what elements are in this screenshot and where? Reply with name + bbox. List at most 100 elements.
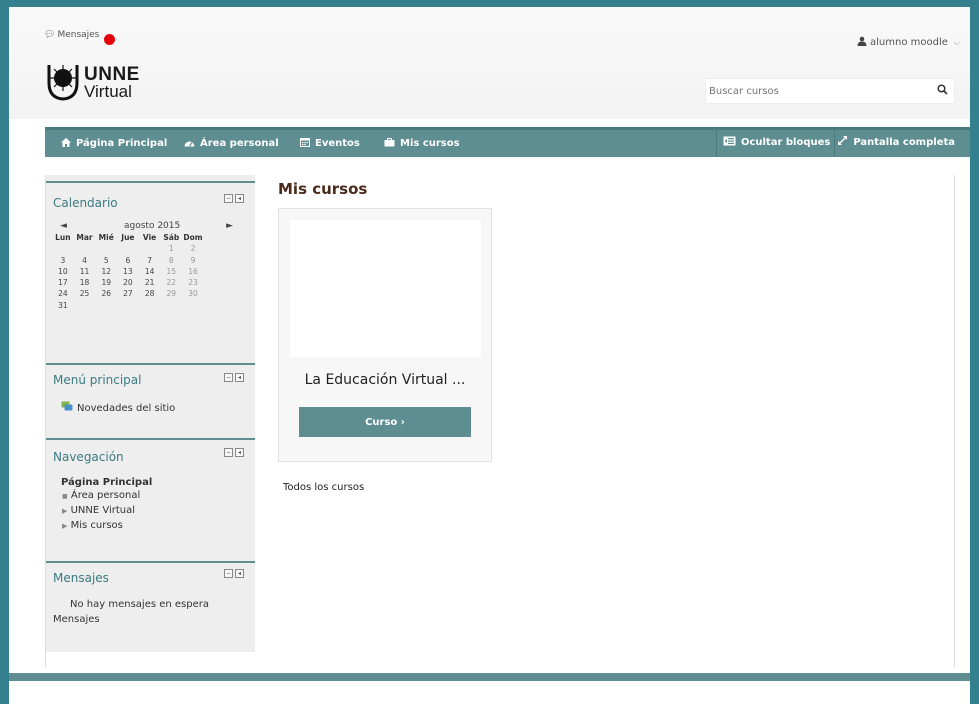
next-month-icon[interactable]: ► <box>226 221 233 231</box>
calendar-block: Calendario − ◂ ◄ agosto 2015 ► Lun Mar M… <box>46 181 255 363</box>
calendar-day: 23 <box>188 278 198 288</box>
calendar-week: 24 25 26 27 28 29 30 <box>52 289 240 300</box>
nav-dashboard-label: Área personal <box>200 138 279 149</box>
main-menu-block-title: Menú principal <box>53 373 142 387</box>
calendar-block-title: Calendario <box>53 196 118 210</box>
calendar-day: 5 <box>103 255 109 265</box>
footer-bar <box>9 673 970 681</box>
all-courses-link[interactable]: Todos los cursos <box>283 482 364 493</box>
messages-block: Mensajes − ◂ No hay mensajes en espera M… <box>46 561 255 652</box>
previous-month-icon[interactable]: ◄ <box>60 221 67 231</box>
news-forum-link[interactable]: Novedades del sitio <box>61 401 175 415</box>
dashboard-icon <box>184 138 195 150</box>
calendar-week: 31 <box>52 301 240 312</box>
news-forum-label: Novedades del sitio <box>77 402 176 414</box>
course-button[interactable]: Curso › <box>299 407 471 437</box>
calendar-week: 3 4 5 6 7 8 9 <box>52 256 240 267</box>
search-icon[interactable] <box>930 84 954 98</box>
calendar-day: 17 <box>58 278 68 288</box>
nav-my-courses[interactable]: Mis cursos <box>384 137 460 150</box>
course-image[interactable] <box>290 220 481 357</box>
calendar-day: 29 <box>166 289 177 299</box>
calendar-day <box>139 301 161 312</box>
calendar-day: 25 <box>79 289 90 299</box>
home-icon <box>61 137 71 150</box>
search-input[interactable] <box>706 79 930 103</box>
calendar-day <box>117 244 139 255</box>
expand-icon <box>837 135 848 149</box>
collapse-icon[interactable]: − <box>224 569 233 578</box>
calendar-day <box>95 301 117 312</box>
user-icon <box>857 36 867 49</box>
hide-blocks-label: Ocultar bloques <box>740 136 831 148</box>
calendar-day: 20 <box>123 278 133 288</box>
weekday: Vie <box>142 233 157 242</box>
calendar-day: 13 <box>123 266 133 276</box>
hide-blocks-button[interactable]: Ocultar bloques <box>717 136 834 149</box>
nav-my-courses-label: Mis cursos <box>400 138 460 149</box>
search-box <box>705 78 955 104</box>
calendar-day: 10 <box>58 266 68 276</box>
logo-emblem-icon <box>46 63 80 101</box>
user-menu[interactable]: alumno moodle ⌵ <box>857 36 960 49</box>
calendar-day: 18 <box>79 278 90 288</box>
course-name[interactable]: La Educación Virtual ... <box>279 372 491 388</box>
bullet-icon: ■ <box>62 493 68 500</box>
nav-tree-item[interactable]: ▶ Mis cursos <box>62 520 123 531</box>
collapse-icon[interactable]: − <box>224 194 233 203</box>
logo-line-1: UNNE <box>84 63 140 85</box>
calendar-day <box>74 244 96 255</box>
collapse-icon[interactable]: − <box>224 448 233 457</box>
calendar-day <box>139 244 161 255</box>
nav-tree-label: Área personal <box>70 490 141 501</box>
calendar-day: 14 <box>144 266 155 276</box>
weekday: Mar <box>76 233 93 242</box>
navigation-block: Navegación − ◂ Página Principal ■ Área p… <box>46 438 255 561</box>
messages-block-link[interactable]: Mensajes <box>53 614 100 625</box>
messages-link[interactable]: 💬︎ Mensajes <box>44 30 99 40</box>
calendar-day <box>95 244 117 255</box>
calendar-day <box>52 244 74 255</box>
chevron-down-icon: ⌵ <box>953 37 960 47</box>
collapse-icon[interactable]: − <box>224 373 233 382</box>
nav-tree-root[interactable]: Página Principal <box>61 477 152 488</box>
calendar-day <box>182 301 204 312</box>
user-name: alumno moodle <box>870 37 948 48</box>
nav-tree-item[interactable]: ▶ UNNE Virtual <box>62 505 135 516</box>
calendar-day: 2 <box>190 244 196 254</box>
dock-icon[interactable]: ◂ <box>235 569 244 578</box>
messages-block-title: Mensajes <box>53 571 109 585</box>
weekday: Lun <box>55 233 71 242</box>
nav-events-label: Eventos <box>315 138 360 149</box>
nav-home[interactable]: Página Principal <box>61 137 168 150</box>
calendar-day: 28 <box>144 289 155 299</box>
fullscreen-button[interactable]: Pantalla completa <box>835 135 971 149</box>
calendar-icon <box>300 137 310 150</box>
dock-icon[interactable]: ◂ <box>235 194 244 203</box>
hide-blocks-icon <box>723 136 736 149</box>
calendar-day <box>160 301 182 312</box>
logo-line-2: Virtual <box>84 81 132 101</box>
calendar-day: 9 <box>190 255 196 265</box>
messages-label: Mensajes <box>57 30 100 40</box>
nav-events[interactable]: Eventos <box>300 137 360 150</box>
dock-icon[interactable]: ◂ <box>235 373 244 382</box>
calendar-week: 17 18 19 20 21 22 23 <box>52 278 240 289</box>
expand-arrow-icon: ▶ <box>62 507 68 515</box>
fullscreen-label: Pantalla completa <box>853 136 955 148</box>
calendar-day: 12 <box>101 266 111 276</box>
calendar-day: 22 <box>166 278 177 288</box>
calendar-day: 6 <box>125 255 131 265</box>
dock-icon[interactable]: ◂ <box>235 448 244 457</box>
weekday: Sáb <box>163 233 180 242</box>
calendar-day: 16 <box>188 266 198 276</box>
calendar-week: 1 2 <box>52 244 240 255</box>
calendar-day <box>117 301 139 312</box>
calendar-month[interactable]: agosto 2015 <box>124 221 180 231</box>
nav-dashboard[interactable]: Área personal <box>184 138 279 150</box>
nav-tree-item[interactable]: ■ Área personal <box>62 490 140 501</box>
course-card: La Educación Virtual ... Curso › <box>278 208 492 462</box>
calendar-day: 31 <box>58 300 68 310</box>
nav-home-label: Página Principal <box>76 138 168 149</box>
site-logo[interactable]: UNNE Virtual <box>46 61 156 103</box>
